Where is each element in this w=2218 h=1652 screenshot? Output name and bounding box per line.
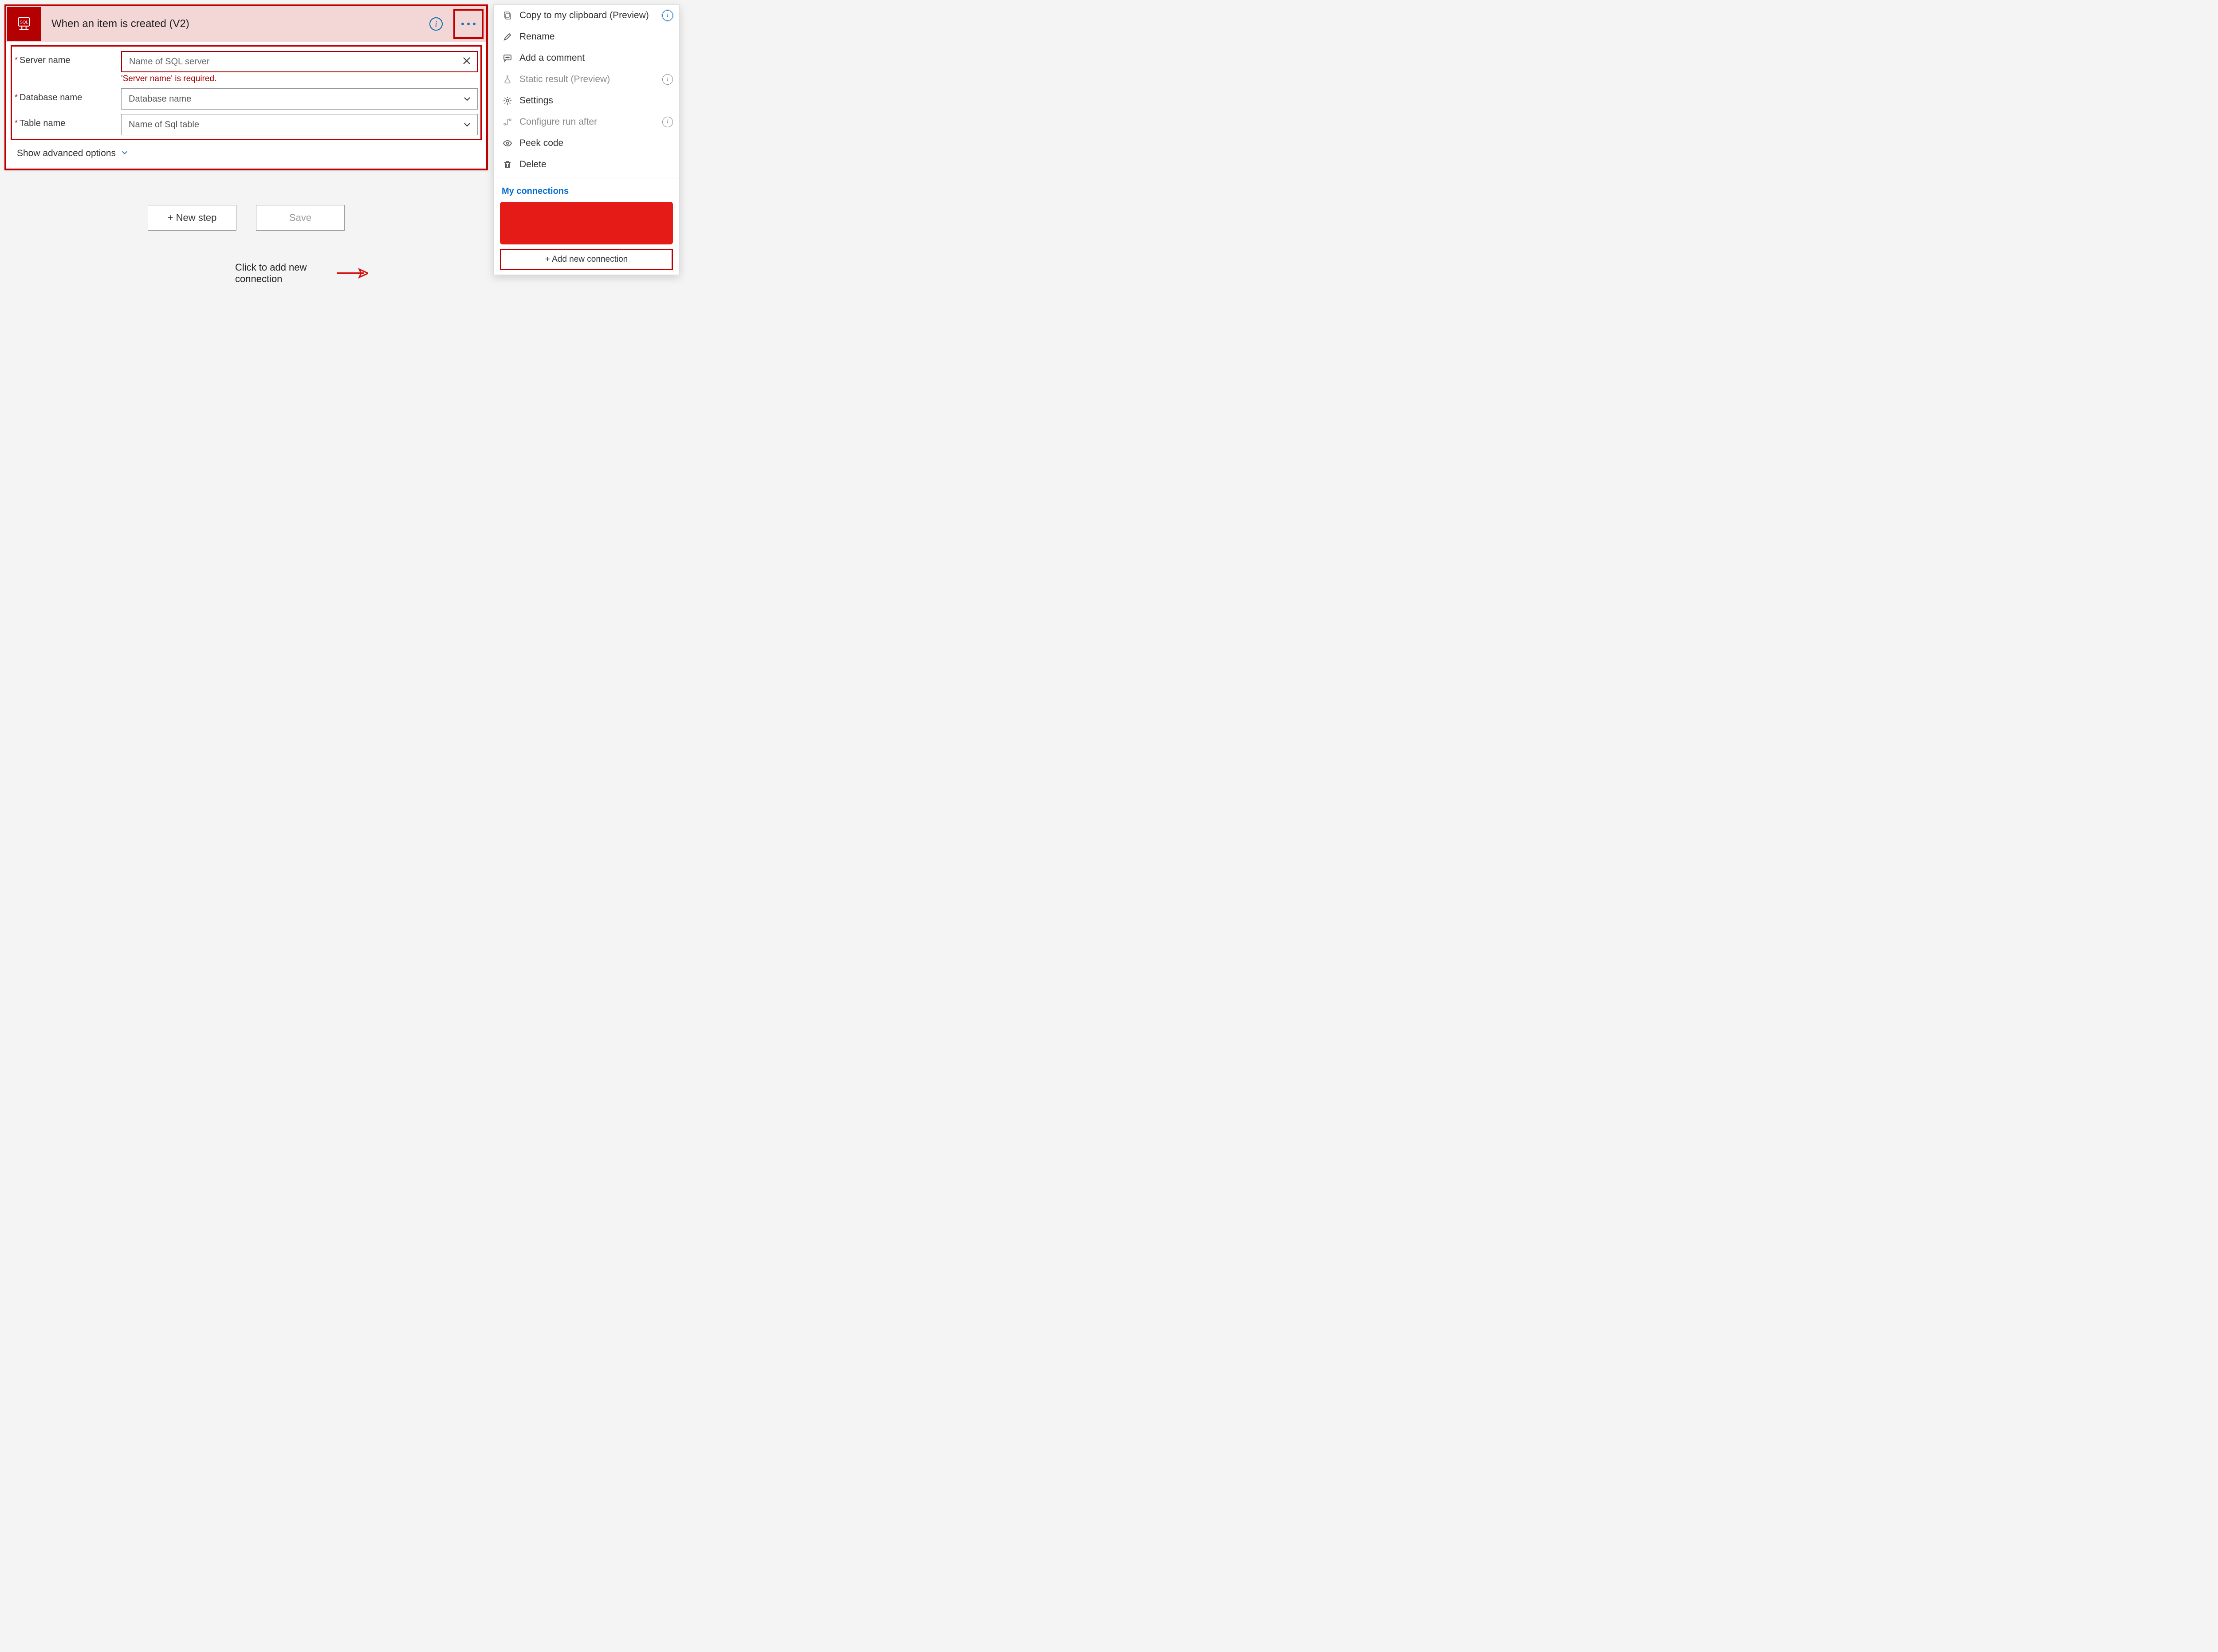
info-icon[interactable]: i (429, 17, 443, 31)
more-actions-button[interactable] (453, 9, 484, 39)
table-name-label: *Table name (15, 114, 121, 129)
menu-static-result: Static result (Preview) i (494, 69, 679, 90)
save-button: Save (256, 205, 345, 231)
info-icon[interactable]: i (662, 117, 673, 127)
menu-rename[interactable]: Rename (494, 26, 679, 47)
server-name-input[interactable]: Name of SQL server (121, 51, 478, 72)
trigger-title: When an item is created (V2) (51, 18, 429, 30)
database-name-select[interactable]: Database name (121, 88, 478, 110)
copy-icon (502, 11, 513, 20)
gear-icon (502, 96, 513, 105)
chevron-down-icon (463, 121, 471, 129)
annotation: Click to add new connection (235, 262, 488, 285)
database-name-placeholder: Database name (129, 94, 191, 104)
table-name-select[interactable]: Name of Sql table (121, 114, 478, 135)
add-new-connection-button[interactable]: + Add new connection (500, 249, 673, 270)
server-name-label: *Server name (15, 51, 121, 66)
table-name-placeholder: Name of Sql table (129, 120, 199, 130)
info-icon[interactable]: i (662, 10, 673, 21)
database-name-label: *Database name (15, 88, 121, 103)
server-name-placeholder: Name of SQL server (129, 57, 210, 67)
server-name-error: 'Server name' is required. (121, 74, 478, 84)
sql-connector-icon: SQL (7, 7, 41, 41)
info-icon[interactable]: i (662, 74, 673, 85)
required-fields-block: *Server name Name of SQL server 'Server … (11, 45, 482, 140)
menu-run-after: Configure run after i (494, 111, 679, 133)
chevron-down-icon (121, 148, 128, 159)
flow-icon (502, 118, 513, 126)
pencil-icon (502, 32, 513, 41)
arrow-right-icon (328, 267, 368, 280)
show-advanced-toggle[interactable]: Show advanced options (17, 148, 128, 159)
clear-icon[interactable] (463, 56, 471, 67)
trigger-card: SQL When an item is created (V2) i (4, 4, 488, 170)
menu-delete[interactable]: Delete (494, 154, 679, 175)
menu-add-comment[interactable]: Add a comment (494, 47, 679, 69)
trash-icon (502, 160, 513, 169)
menu-copy-clipboard[interactable]: Copy to my clipboard (Preview) i (494, 5, 679, 26)
menu-settings[interactable]: Settings (494, 90, 679, 111)
my-connections-heading: My connections (494, 181, 679, 200)
flask-icon (502, 75, 513, 84)
comment-icon (502, 54, 513, 63)
new-step-button[interactable]: + New step (148, 205, 236, 231)
ellipsis-icon (461, 23, 476, 25)
connection-item-redacted[interactable] (500, 202, 673, 244)
annotation-text: Click to add new connection (235, 262, 319, 285)
eye-icon (502, 139, 513, 148)
trigger-header[interactable]: SQL When an item is created (V2) i (6, 6, 486, 42)
chevron-down-icon (463, 95, 471, 103)
context-menu: Copy to my clipboard (Preview) i Rename … (493, 4, 680, 275)
svg-text:SQL: SQL (20, 20, 28, 25)
menu-peek-code[interactable]: Peek code (494, 133, 679, 154)
